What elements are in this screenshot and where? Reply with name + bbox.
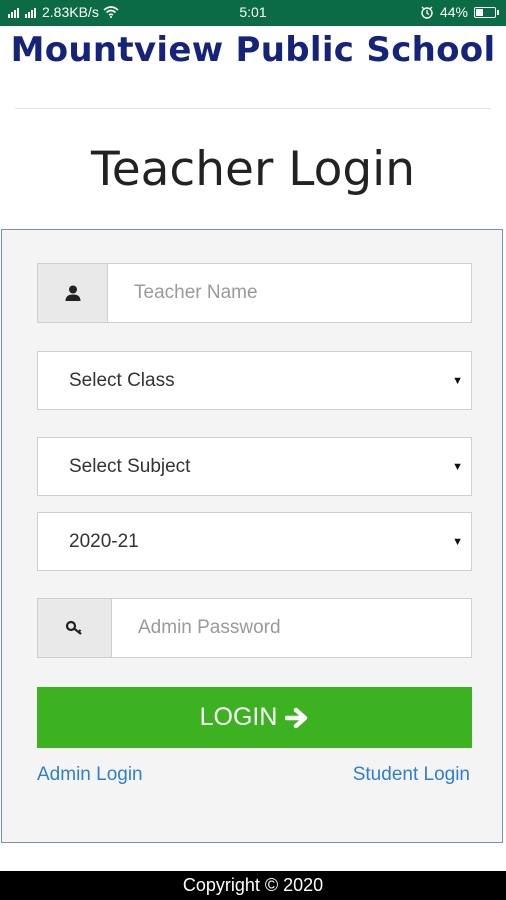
admin-login-link[interactable]: Admin Login xyxy=(37,764,143,786)
student-login-link[interactable]: Student Login xyxy=(353,764,470,786)
caret-down-icon: ▼ xyxy=(452,536,463,548)
login-button-label: LOGIN xyxy=(199,703,278,731)
password-input[interactable]: Admin Password xyxy=(112,599,471,657)
session-select[interactable]: 2020-21 ▼ xyxy=(37,512,472,571)
school-name: Mountview Public School xyxy=(10,30,496,70)
battery-percent: 44% xyxy=(439,4,468,20)
login-button[interactable]: LOGIN xyxy=(37,687,472,748)
page-title: Teacher Login xyxy=(90,142,416,197)
status-bar: 2.83KB/s 5:01 44% xyxy=(0,0,506,26)
user-icon xyxy=(38,264,108,322)
subject-select[interactable]: Select Subject ▼ xyxy=(37,437,472,496)
caret-down-icon: ▼ xyxy=(452,375,463,387)
caret-down-icon: ▼ xyxy=(452,461,463,473)
subject-select-value: Select Subject xyxy=(69,455,191,477)
session-select-value: 2020-21 xyxy=(69,530,139,552)
teacher-name-group: Teacher Name xyxy=(37,263,472,323)
divider xyxy=(15,108,491,109)
arrow-right-icon xyxy=(285,707,308,728)
class-select-value: Select Class xyxy=(69,369,175,391)
footer-copyright: Copyright © 2020 xyxy=(0,871,506,900)
class-select[interactable]: Select Class ▼ xyxy=(37,351,472,410)
alarm-icon xyxy=(421,6,433,19)
login-panel: Teacher Name Select Class ▼ Select Subje… xyxy=(1,229,503,843)
status-right: 44% xyxy=(420,4,499,20)
battery-icon xyxy=(474,6,499,18)
password-group: Admin Password xyxy=(37,598,472,658)
key-icon xyxy=(38,599,112,657)
teacher-name-input[interactable]: Teacher Name xyxy=(108,264,471,322)
battery-fill xyxy=(476,8,483,16)
